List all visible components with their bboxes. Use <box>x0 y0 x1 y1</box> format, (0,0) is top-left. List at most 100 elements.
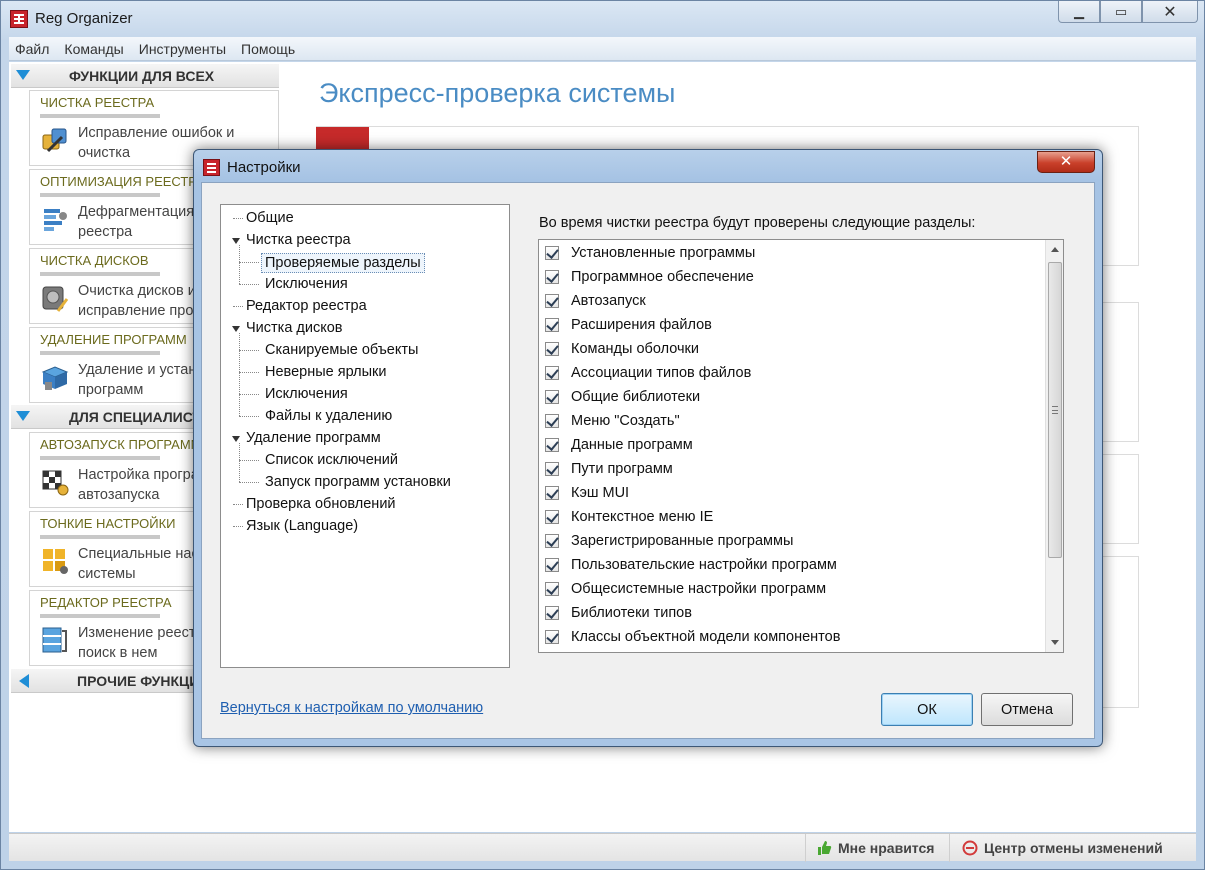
section-label: Меню "Создать" <box>571 413 680 429</box>
checkbox-checked-icon[interactable] <box>545 294 559 308</box>
checkbox-checked-icon[interactable] <box>545 438 559 452</box>
maximize-button[interactable]: ▭ <box>1100 1 1142 23</box>
section-label: Расширения файлов <box>571 317 712 333</box>
defrag-icon <box>44 209 67 231</box>
checkbox-checked-icon[interactable] <box>545 366 559 380</box>
feature-title: Оптимизация реестра <box>40 174 205 189</box>
checkbox-checked-icon[interactable] <box>545 318 559 332</box>
section-checkbox-row[interactable]: Библиотеки типов <box>545 602 692 624</box>
like-button[interactable]: Мне нравится <box>805 834 947 862</box>
tree-connector <box>239 416 259 417</box>
divider <box>40 114 160 118</box>
checkbox-checked-icon[interactable] <box>545 486 559 500</box>
section-checkbox-row[interactable]: Команды оболочки <box>545 338 699 360</box>
feature-title: Чистка дисков <box>40 253 149 268</box>
section-label: Ассоциации типов файлов <box>571 365 752 381</box>
section-checkbox-row[interactable]: Классы объектной модели компонентов <box>545 626 840 648</box>
dialog-close-button[interactable]: ✕ <box>1037 151 1095 173</box>
tree-item[interactable]: Сканируемые объекты <box>265 341 418 359</box>
menu-bar: Файл Команды Инструменты Помощь <box>9 37 1196 61</box>
section-checkbox-row[interactable]: Программное обеспечение <box>545 266 754 288</box>
menu-file[interactable]: Файл <box>15 41 49 57</box>
reset-defaults-link[interactable]: Вернуться к настройкам по умолчанию <box>220 700 483 716</box>
checkbox-checked-icon[interactable] <box>545 462 559 476</box>
scroll-up-icon[interactable] <box>1051 247 1059 252</box>
tree-item[interactable]: Язык (Language) <box>246 517 358 535</box>
tree-item[interactable]: Проверяемые разделы <box>261 253 425 273</box>
section-label: Функции для всех <box>69 68 215 84</box>
settings-tree: Общие Чистка реестра Проверяемые разделы Ис… <box>220 204 510 668</box>
section-checkbox-row[interactable]: Данные программ <box>545 434 693 456</box>
checkbox-checked-icon[interactable] <box>545 414 559 428</box>
tree-connector <box>239 443 240 482</box>
sections-checklist: Установленные программы Программное обесп… <box>538 239 1064 653</box>
tree-expand-icon[interactable] <box>232 238 240 244</box>
tree-item[interactable]: Неверные ярлыки <box>265 363 386 381</box>
section-checkbox-row[interactable]: Общесистемные настройки программ <box>545 578 826 600</box>
sidebar-section-everyone[interactable]: Функции для всех <box>11 64 279 88</box>
tree-item[interactable]: Исключения <box>265 275 348 293</box>
minimize-button[interactable]: ▁ <box>1058 1 1100 23</box>
uninstall-icon <box>41 366 69 390</box>
section-checkbox-row[interactable]: Пользовательские настройки программ <box>545 554 837 576</box>
close-button[interactable]: ✕ <box>1142 1 1198 23</box>
sections-label: Во время чистки реестра будут проверены … <box>539 215 976 231</box>
tree-item[interactable]: Список исключений <box>265 451 398 469</box>
menu-commands[interactable]: Команды <box>64 41 123 57</box>
section-label: Автозапуск <box>571 293 646 309</box>
tree-item[interactable]: Чистка дисков <box>246 319 343 337</box>
section-checkbox-row[interactable]: Общие библиотеки <box>545 386 700 408</box>
checkbox-checked-icon[interactable] <box>545 582 559 596</box>
checkbox-checked-icon[interactable] <box>545 558 559 572</box>
tree-connector <box>233 218 243 219</box>
section-checkbox-row[interactable]: Пути программ <box>545 458 673 480</box>
divider <box>40 351 160 355</box>
section-checkbox-row[interactable]: Контекстное меню IE <box>545 506 713 528</box>
tree-item[interactable]: Проверка обновлений <box>246 495 396 513</box>
tree-item[interactable]: Исключения <box>265 385 348 403</box>
tree-item[interactable]: Чистка реестра <box>246 231 351 249</box>
title-bar[interactable]: Reg Organizer ▁ ▭ ✕ <box>1 1 1204 37</box>
checkbox-checked-icon[interactable] <box>545 342 559 356</box>
window-title: Reg Organizer <box>35 10 133 27</box>
dialog-body: Общие Чистка реестра Проверяемые разделы Ис… <box>201 182 1095 739</box>
checkbox-checked-icon[interactable] <box>545 270 559 284</box>
section-label: Контекстное меню IE <box>571 509 714 525</box>
scroll-thumb[interactable] <box>1048 262 1062 558</box>
tree-item[interactable]: Редактор реестра <box>246 297 367 315</box>
menu-tools[interactable]: Инструменты <box>139 41 226 57</box>
tree-connector <box>239 482 259 483</box>
checkbox-checked-icon[interactable] <box>545 534 559 548</box>
ok-button[interactable]: ОК <box>881 693 973 726</box>
section-checkbox-row[interactable]: Расширения файлов <box>545 314 712 336</box>
vertical-scrollbar[interactable] <box>1045 240 1063 652</box>
tree-expand-icon[interactable] <box>232 436 240 442</box>
divider <box>40 614 160 618</box>
tree-expand-icon[interactable] <box>232 326 240 332</box>
section-checkbox-row[interactable]: Зарегистрированные программы <box>545 530 793 552</box>
checkbox-checked-icon[interactable] <box>545 606 559 620</box>
section-checkbox-row[interactable]: Кэш MUI <box>545 482 629 504</box>
checkbox-checked-icon[interactable] <box>545 390 559 404</box>
tree-item[interactable]: Запуск программ установки <box>265 473 451 491</box>
checkbox-checked-icon[interactable] <box>545 246 559 260</box>
cancel-button[interactable]: Отмена <box>981 693 1073 726</box>
tree-connector <box>239 350 259 351</box>
undo-center-button[interactable]: Центр отмены изменений <box>949 834 1204 862</box>
feature-title: Редактор реестра <box>40 595 172 610</box>
menu-help[interactable]: Помощь <box>241 41 295 57</box>
section-checkbox-row[interactable]: Меню "Создать" <box>545 410 680 432</box>
tree-item[interactable]: Файлы к удалению <box>265 407 392 425</box>
checkbox-checked-icon[interactable] <box>545 510 559 524</box>
checkbox-checked-icon[interactable] <box>545 630 559 644</box>
section-checkbox-row[interactable]: Ассоциации типов файлов <box>545 362 751 384</box>
section-checkbox-row[interactable]: Установленные программы <box>545 242 755 264</box>
section-checkbox-row[interactable]: Автозапуск <box>545 290 646 312</box>
window-controls: ▁ ▭ ✕ <box>1058 1 1198 23</box>
tree-connector <box>233 504 243 505</box>
tree-item[interactable]: Удаление программ <box>246 429 381 447</box>
tree-item[interactable]: Общие <box>246 209 294 227</box>
scroll-down-icon[interactable] <box>1051 640 1059 645</box>
feature-description: Дефрагментация реестра <box>78 204 195 240</box>
tweaks-icon <box>43 549 68 574</box>
